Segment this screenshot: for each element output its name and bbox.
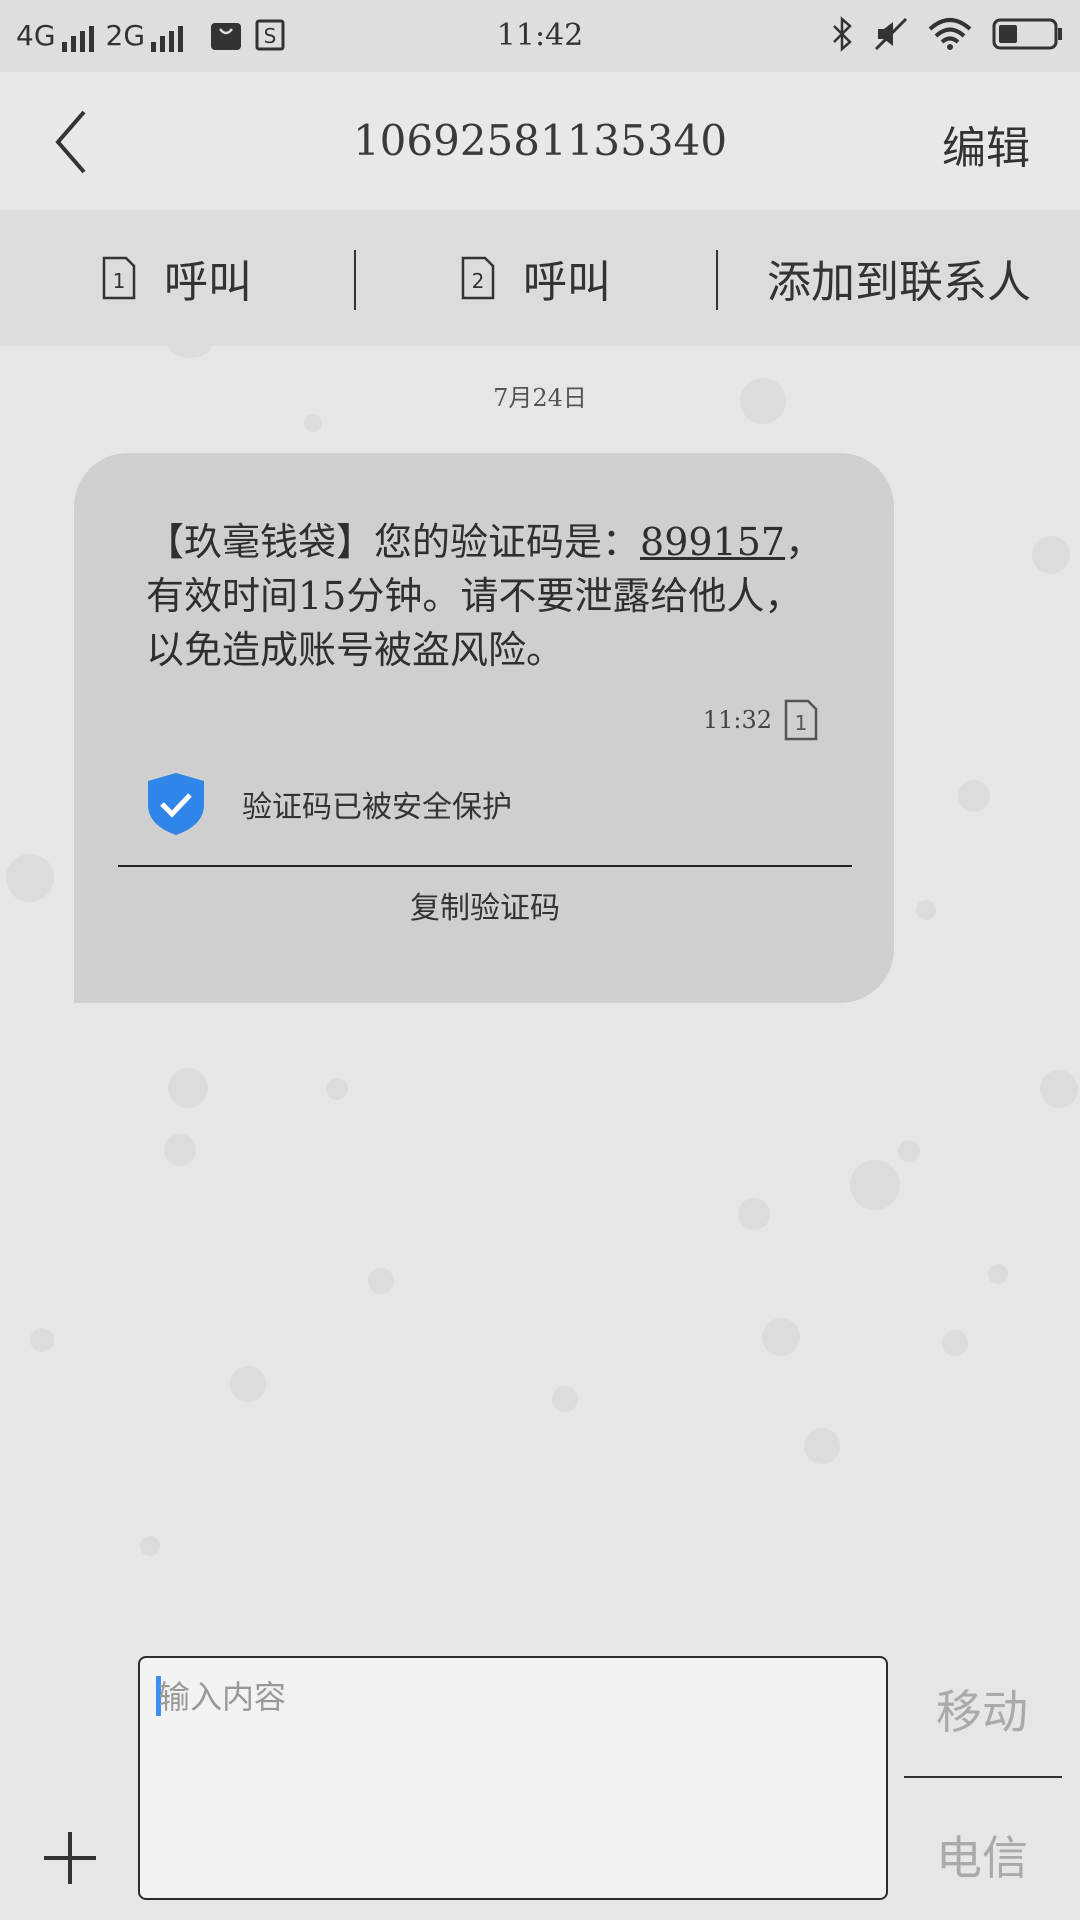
verification-code[interactable]: 899157 <box>640 520 785 564</box>
background-decor <box>168 1068 208 1108</box>
message-text-prefix: 【玖毫钱袋】您的验证码是： <box>146 520 641 564</box>
background-decor <box>916 900 936 920</box>
mute-icon <box>874 17 908 51</box>
sim2-number: 2 <box>472 269 485 293</box>
background-decor <box>1032 536 1070 574</box>
edit-button[interactable]: 编辑 <box>942 112 1030 176</box>
sim-card-icon: 1 <box>102 256 136 300</box>
plus-icon <box>44 1832 96 1884</box>
sim-card-icon: 1 <box>784 699 818 741</box>
background-decor <box>762 1318 800 1356</box>
message-time: 11:32 <box>702 706 772 734</box>
background-decor <box>804 1428 840 1464</box>
background-decor <box>958 780 990 812</box>
status-bar: 4G 2G S 11:42 <box>0 0 1080 72</box>
sim-card-icon: 2 <box>461 256 495 300</box>
background-decor <box>230 1366 266 1402</box>
battery-icon <box>992 18 1062 50</box>
send-sim2-button[interactable]: 电信 <box>904 1822 1060 1888</box>
background-decor <box>164 1134 196 1166</box>
bluetooth-icon <box>833 16 852 52</box>
message-input-box[interactable] <box>138 1656 888 1900</box>
sim1-number: 1 <box>113 269 126 293</box>
call-sim1-label: 呼叫 <box>164 257 252 308</box>
protection-notice: 验证码已被安全保护 <box>146 771 512 837</box>
background-decor <box>326 1078 348 1100</box>
send-sim1-button[interactable]: 移动 <box>904 1676 1060 1742</box>
message-meta: 11:32 1 <box>703 699 818 741</box>
background-decor <box>942 1330 968 1356</box>
wifi-icon <box>928 18 972 50</box>
background-decor <box>738 1198 770 1230</box>
call-sim1-button[interactable]: 1 呼叫 <box>0 210 354 346</box>
call-sim2-button[interactable]: 2 呼叫 <box>356 210 716 346</box>
background-decor <box>304 414 322 432</box>
message-input[interactable] <box>156 1674 860 1720</box>
add-contact-button[interactable]: 添加到联系人 <box>718 210 1080 346</box>
protection-label: 验证码已被安全保护 <box>242 790 512 825</box>
page-title: 10692581135340 <box>352 116 728 165</box>
background-decor <box>552 1386 578 1412</box>
message-bubble[interactable]: 【玖毫钱袋】您的验证码是：899157，有效时间15分钟。请不要泄露给他人，以免… <box>74 453 894 1003</box>
copy-code-button[interactable]: 复制验证码 <box>118 883 852 943</box>
call-sim2-label: 呼叫 <box>523 257 611 308</box>
background-decor <box>168 330 212 358</box>
chevron-left-icon <box>55 110 86 174</box>
conversation-header: 10692581135340 编辑 <box>0 72 1080 210</box>
message-sim-number: 1 <box>795 711 808 735</box>
shield-check-icon <box>148 773 204 835</box>
background-decor <box>6 854 54 902</box>
message-text: 【玖毫钱袋】您的验证码是：899157，有效时间15分钟。请不要泄露给他人，以免… <box>146 515 836 677</box>
bubble-divider <box>118 865 852 867</box>
background-decor <box>30 1328 54 1352</box>
status-right <box>830 16 1064 52</box>
background-decor <box>1040 1070 1078 1108</box>
background-decor <box>368 1268 394 1294</box>
back-button[interactable] <box>42 102 112 182</box>
send-divider <box>904 1776 1062 1778</box>
background-decor <box>898 1140 920 1162</box>
background-decor <box>140 1536 160 1556</box>
background-decor <box>850 1160 900 1210</box>
attach-button[interactable] <box>40 1828 100 1888</box>
conversation-date: 7月24日 <box>493 384 587 412</box>
action-bar: 1 呼叫 2 呼叫 添加到联系人 <box>0 210 1080 346</box>
background-decor <box>988 1264 1008 1284</box>
